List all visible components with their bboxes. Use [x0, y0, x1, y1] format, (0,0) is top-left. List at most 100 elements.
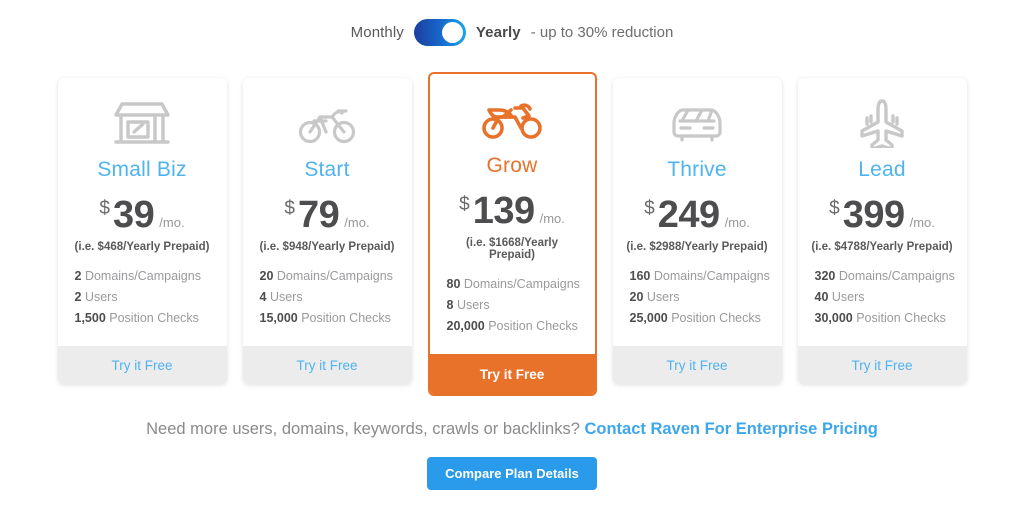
- reduction-note: - up to 30% reduction: [530, 23, 674, 41]
- feature-label: Position Checks: [488, 319, 578, 333]
- feature-item: 4 Users: [260, 290, 400, 304]
- feature-value: 15,000: [259, 311, 298, 325]
- pricing-cards: Small Biz $39/mo. (i.e. $468/Yearly Prepai…: [0, 72, 1024, 396]
- price-line: $139/mo.: [442, 192, 583, 230]
- price-amount: 39: [113, 194, 155, 236]
- motorcycle-icon: [442, 90, 583, 148]
- need-more-text: Need more users, domains, keywords, craw…: [146, 420, 580, 438]
- price-period: /mo.: [159, 215, 185, 230]
- feature-item: 20 Domains/Campaigns: [260, 269, 400, 283]
- pricing-card-grow: Grow $139/mo. (i.e. $1668/Yearly Prepaid) 8…: [427, 72, 597, 396]
- price-line: $399/mo.: [810, 196, 955, 234]
- feature-label: Users: [269, 290, 303, 304]
- feature-item: 40 Users: [815, 290, 955, 304]
- feature-value: 20: [259, 269, 274, 283]
- yearly-label[interactable]: Yearly: [476, 24, 521, 41]
- pricing-card-start: Start $79/mo. (i.e. $948/Yearly Prepaid) 20…: [242, 78, 412, 384]
- currency-symbol: $: [99, 198, 110, 219]
- feature-value: 20: [629, 290, 644, 304]
- price-period: /mo.: [909, 215, 935, 230]
- card-body: Start $79/mo. (i.e. $948/Yearly Prepaid) 20…: [243, 78, 412, 346]
- pricing-card-small-biz: Small Biz $39/mo. (i.e. $468/Yearly Prepai…: [57, 78, 227, 384]
- price-period: /mo.: [724, 215, 750, 230]
- feature-label: Position Checks: [671, 311, 761, 325]
- feature-item: 80 Domains/Campaigns: [447, 277, 583, 291]
- feature-value: 2: [74, 269, 82, 283]
- enterprise-pricing-link[interactable]: Contact Raven For Enterprise Pricing: [584, 420, 877, 438]
- prepaid-note: (i.e. $948/Yearly Prepaid): [259, 241, 395, 253]
- try-it-free-button-start[interactable]: Try it Free: [242, 346, 412, 384]
- feature-label: Position Checks: [856, 311, 946, 325]
- feature-value: 4: [259, 290, 267, 304]
- feature-item: 15,000 Position Checks: [260, 311, 400, 325]
- price-period: /mo.: [344, 215, 370, 230]
- price-line: $249/mo.: [625, 196, 770, 234]
- feature-label: Domains/Campaigns: [84, 269, 201, 283]
- feature-value: 1,500: [74, 311, 106, 325]
- feature-list: 20 Domains/Campaigns 4 Users 15,000 Positi…: [255, 269, 400, 325]
- prepaid-note: (i.e. $4788/Yearly Prepaid): [811, 241, 953, 253]
- feature-label: Users: [456, 298, 490, 312]
- try-it-free-button-small-biz[interactable]: Try it Free: [57, 346, 227, 384]
- plan-name: Start: [304, 158, 350, 181]
- feature-item: 20,000 Position Checks: [447, 319, 583, 333]
- feature-value: 80: [446, 277, 461, 291]
- card-body: Grow $139/mo. (i.e. $1668/Yearly Prepaid) 8…: [430, 74, 595, 354]
- feature-list: 2 Domains/Campaigns 2 Users 1,500 Position…: [70, 269, 215, 325]
- try-it-free-button-lead[interactable]: Try it Free: [797, 346, 967, 384]
- billing-toggle-row: Monthly Yearly - up to 30% reduction: [0, 0, 1024, 46]
- feature-list: 160 Domains/Campaigns 20 Users 25,000 Posi…: [625, 269, 770, 325]
- pricing-card-thrive: Thrive $249/mo. (i.e. $2988/Yearly Prepaid…: [612, 78, 782, 384]
- feature-label: Users: [84, 290, 118, 304]
- feature-list: 80 Domains/Campaigns 8 Users 20,000 Positi…: [442, 277, 583, 333]
- prepaid-note: (i.e. $1668/Yearly Prepaid): [465, 237, 559, 261]
- feature-item: 1,500 Position Checks: [75, 311, 215, 325]
- price-amount: 249: [657, 194, 720, 236]
- feature-item: 8 Users: [447, 298, 583, 312]
- billing-toggle-switch[interactable]: [413, 18, 466, 46]
- feature-item: 320 Domains/Campaigns: [815, 269, 955, 283]
- feature-value: 160: [629, 269, 651, 283]
- feature-item: 20 Users: [630, 290, 770, 304]
- price-amount: 399: [842, 194, 905, 236]
- feature-item: 30,000 Position Checks: [815, 311, 955, 325]
- feature-value: 25,000: [629, 311, 668, 325]
- try-it-free-button-grow[interactable]: Try it Free: [429, 354, 595, 394]
- currency-symbol: $: [284, 198, 295, 219]
- feature-label: Domains/Campaigns: [276, 269, 393, 283]
- try-it-free-button-thrive[interactable]: Try it Free: [612, 346, 782, 384]
- feature-label: Position Checks: [301, 311, 391, 325]
- plan-name: Grow: [486, 154, 538, 177]
- feature-label: Users: [646, 290, 680, 304]
- card-body: Thrive $249/mo. (i.e. $2988/Yearly Prepaid…: [613, 78, 782, 346]
- feature-value: 8: [446, 298, 454, 312]
- feature-item: 2 Domains/Campaigns: [75, 269, 215, 283]
- compare-plan-details-button[interactable]: Compare Plan Details: [427, 457, 597, 490]
- plan-name: Small Biz: [97, 158, 187, 181]
- feature-value: 20,000: [446, 319, 485, 333]
- currency-symbol: $: [829, 198, 840, 219]
- feature-value: 30,000: [814, 311, 853, 325]
- pricing-card-lead: Lead $399/mo. (i.e. $4788/Yearly Prepaid) 3…: [797, 78, 967, 384]
- feature-item: 2 Users: [75, 290, 215, 304]
- feature-item: 25,000 Position Checks: [630, 311, 770, 325]
- card-body: Lead $399/mo. (i.e. $4788/Yearly Prepaid) 3…: [798, 78, 967, 346]
- feature-label: Position Checks: [109, 311, 199, 325]
- prepaid-note: (i.e. $2988/Yearly Prepaid): [626, 241, 768, 253]
- feature-label: Domains/Campaigns: [838, 269, 955, 283]
- feature-value: 2: [74, 290, 82, 304]
- monthly-label[interactable]: Monthly: [351, 24, 404, 41]
- car-icon: [625, 94, 770, 152]
- feature-value: 320: [814, 269, 836, 283]
- feature-label: Domains/Campaigns: [463, 277, 580, 291]
- prepaid-note: (i.e. $468/Yearly Prepaid): [74, 241, 210, 253]
- need-more-line: Need more users, domains, keywords, craw…: [0, 420, 1024, 439]
- price-line: $39/mo.: [70, 196, 215, 234]
- feature-value: 40: [814, 290, 829, 304]
- currency-symbol: $: [644, 198, 655, 219]
- price-amount: 79: [298, 194, 340, 236]
- price-period: /mo.: [539, 211, 565, 226]
- bicycle-icon: [255, 94, 400, 152]
- feature-list: 320 Domains/Campaigns 40 Users 30,000 Posi…: [810, 269, 955, 325]
- price-line: $79/mo.: [255, 196, 400, 234]
